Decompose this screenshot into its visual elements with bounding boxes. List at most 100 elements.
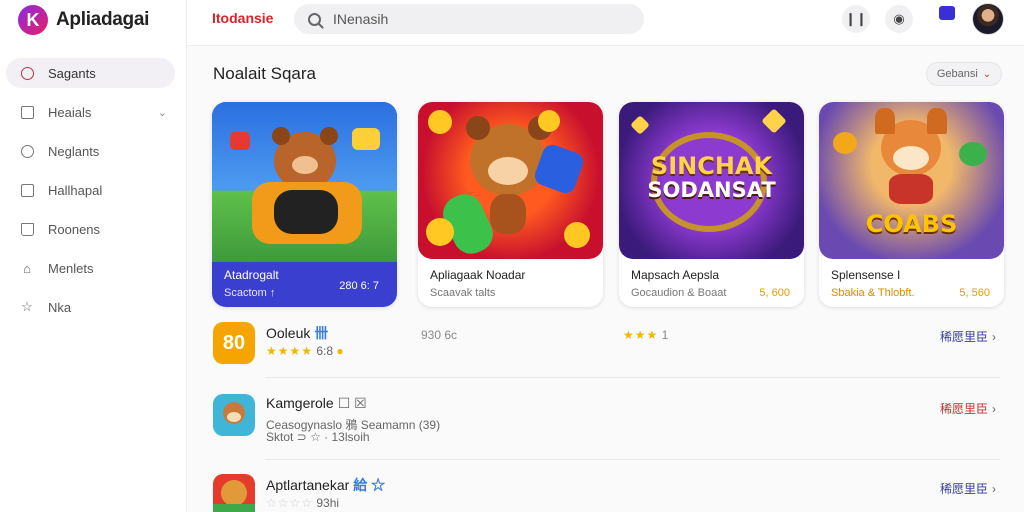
app-card-artwork xyxy=(212,102,397,262)
topbar: Itodansie ❙❙ ◉ xyxy=(187,0,1024,46)
star-rating-icon: ★★★★ xyxy=(266,344,314,358)
row-title: Aptlartanekar 給 ☆ xyxy=(266,475,385,495)
row-rating: ★★★★ 6:8 ● xyxy=(266,344,344,358)
chevron-right-icon: › xyxy=(992,482,996,496)
app-card[interactable]: Apliagaak Noadar Scaavak talts xyxy=(418,102,603,307)
app-card-rating: 280 6: 7 xyxy=(339,280,379,292)
divider xyxy=(265,377,1000,378)
row-action-link[interactable]: 稀愿里臣 › xyxy=(940,400,996,417)
home-icon: ⌂ xyxy=(23,260,31,276)
row-title-text: Kamgerole xyxy=(266,395,334,411)
app-card-rating: 5, 560 xyxy=(959,287,990,299)
list-item[interactable]: 80 Ooleuk 卌 ★★★★ 6:8 ● 930 6c ★★★ 1 稀愿里臣 › xyxy=(213,322,1000,382)
game-banner-top: SINCHAK xyxy=(650,152,773,180)
game-banner-bottom: SODANSAT xyxy=(647,178,776,202)
app-card-subtitle: Sbakia & Thlobft. xyxy=(831,287,915,299)
rating-count: 1 xyxy=(661,328,669,342)
row-badge: 給 ☆ xyxy=(353,477,386,493)
app-card-artwork: COABS xyxy=(819,102,1004,259)
row-badge: 卌 xyxy=(314,325,329,341)
sidebar-item-label: Heaials xyxy=(48,104,92,120)
app-card[interactable]: COABS Splensense I Sbakia & Thlobft. 5, … xyxy=(819,102,1004,307)
row-meta: ☆☆☆☆ 93hi xyxy=(266,496,339,510)
row-mid-text: 930 6c xyxy=(421,328,458,342)
row-action-label: 稀愿里臣 xyxy=(939,402,988,416)
sidebar-item-label: Nka xyxy=(48,299,72,315)
app-logo[interactable]: K Apliadagai xyxy=(18,5,149,35)
row-meta-size: 93hi xyxy=(316,496,340,510)
square-icon xyxy=(19,104,35,120)
bag-icon xyxy=(19,221,35,237)
app-card-rating: 5, 600 xyxy=(759,287,790,299)
app-icon xyxy=(213,474,255,512)
chevron-right-icon: › xyxy=(992,330,996,344)
row-action-label: 稀愿里臣 xyxy=(939,482,988,496)
section-title: Noalait Sqara xyxy=(213,64,317,83)
gamepad-icon[interactable]: ◉ xyxy=(885,5,913,33)
row-title-text: Ooleuk xyxy=(266,325,311,341)
sidebar-item-nka[interactable]: ☆ Nka xyxy=(6,292,175,322)
app-card[interactable]: SINCHAK SODANSAT Mapsach Aepsla Gocaudio… xyxy=(619,102,804,307)
app-card-title: Mapsach Aepsla xyxy=(631,268,720,282)
app-card-title: Splensense I xyxy=(831,268,901,282)
sidebar-item-menlets[interactable]: ⌂ Menlets xyxy=(6,253,175,283)
list-item[interactable]: Kamgerole ☐ ☒ Ceasogynaslo 鴉 Seamamn (39)… xyxy=(213,394,1000,454)
app-card-subtitle: Scaavak talts xyxy=(430,287,496,299)
sidebar-nav: Sagants Heaials ⌄ Neglants Hallhapal Roo… xyxy=(0,58,187,331)
app-card-title: Apliagaak Noadar xyxy=(430,268,526,282)
app-card-artwork: SINCHAK SODANSAT xyxy=(619,102,804,259)
star-rating-icon: ★★★ xyxy=(623,328,659,342)
sidebar-item-roonens[interactable]: Roonens xyxy=(6,214,175,244)
sidebar-item-label: Roonens xyxy=(48,221,101,237)
row-action-link[interactable]: 稀愿里臣 › xyxy=(940,480,996,497)
row-title: Kamgerole ☐ ☒ xyxy=(266,395,367,412)
row-badge: ☐ ☒ xyxy=(337,395,367,411)
app-icon xyxy=(213,394,255,436)
divider xyxy=(265,459,1000,460)
chevron-right-icon: › xyxy=(992,402,996,416)
app-card[interactable]: Atadrogalt Scactom ↑ 280 6: 7 xyxy=(212,102,397,307)
app-card-artwork xyxy=(418,102,603,259)
search-bar[interactable] xyxy=(294,4,644,34)
game-banner: COABS xyxy=(865,210,958,238)
app-card-subtitle: Gocaudion & Boaat xyxy=(631,287,727,299)
app-card-subtitle: Scactom ↑ xyxy=(224,287,275,299)
section-button-label: Gebansi xyxy=(936,68,978,80)
row-meta-text: Sktot ⊃ ☆ · xyxy=(266,430,329,444)
chevron-down-icon: ⌄ xyxy=(982,68,992,80)
star-rating-icon: ☆☆☆☆ xyxy=(266,496,314,510)
grid-icon xyxy=(19,182,35,198)
chevron-down-icon[interactable]: ⌄ xyxy=(158,106,167,119)
app-name: Apliadagai xyxy=(56,9,150,30)
store-title[interactable]: Itodansie xyxy=(212,10,273,26)
sidebar-item-label: Hallhapal xyxy=(48,182,103,198)
sidebar-item-label: Sagants xyxy=(48,65,96,81)
row-mid-rating: ★★★ 1 xyxy=(623,328,668,342)
row-title: Ooleuk 卌 xyxy=(266,323,328,343)
row-title-text: Aptlartanekar xyxy=(266,477,350,493)
app-card-subtitle-text: Scactom xyxy=(224,287,267,299)
section-more-button[interactable]: Gebansi ⌄ xyxy=(926,62,1002,86)
list-item[interactable]: Aptlartanekar 給 ☆ ☆☆☆☆ 93hi 稀愿里臣 › xyxy=(213,474,1000,512)
arrow-up-icon: ↑ xyxy=(269,287,276,299)
sidebar-item-neglants[interactable]: Neglants xyxy=(6,136,175,166)
mic-icon[interactable]: ❙❙ xyxy=(842,5,870,33)
sidebar-item-hallhapal[interactable]: Hallhapal xyxy=(6,175,175,205)
rating-text: 6:8 xyxy=(316,344,334,358)
sidebar-item-label: Menlets xyxy=(48,260,94,276)
row-action-label: 稀愿里臣 xyxy=(939,330,988,344)
app-card-title: Atadrogalt xyxy=(224,268,279,282)
search-input[interactable] xyxy=(333,11,613,27)
circle-icon xyxy=(19,143,35,159)
row-meta-size: 13lsoih xyxy=(331,430,370,444)
sidebar: K Apliadagai Sagants Heaials ⌄ Neglants … xyxy=(0,0,187,512)
avatar[interactable] xyxy=(972,3,1004,35)
sidebar-item-sagants[interactable]: Sagants xyxy=(6,58,175,88)
sidebar-item-label: Neglants xyxy=(48,143,100,159)
coin-icon: ● xyxy=(336,344,344,358)
sidebar-item-heaials[interactable]: Heaials ⌄ xyxy=(6,97,175,127)
row-action-link[interactable]: 稀愿里臣 › xyxy=(940,328,996,345)
search-icon xyxy=(19,65,35,81)
row-meta: Sktot ⊃ ☆ · 13lsoih xyxy=(266,430,370,444)
notification-icon[interactable] xyxy=(939,6,955,20)
